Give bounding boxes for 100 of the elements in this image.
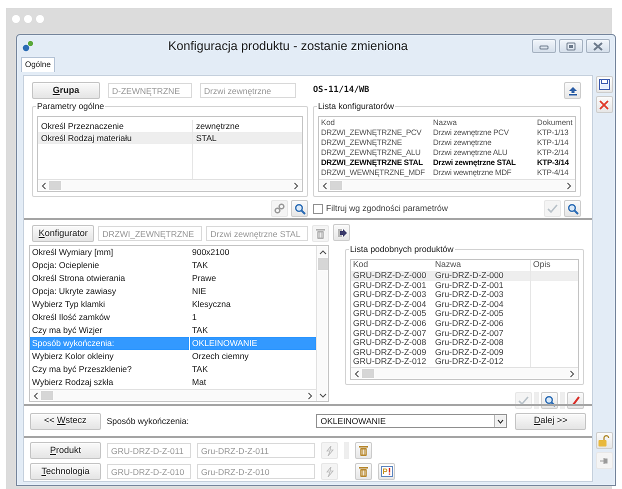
exit-button[interactable]	[333, 224, 350, 241]
clear-filter-icon	[570, 396, 580, 406]
table-cell: Określ Rodzaj materiału	[38, 132, 192, 144]
next-button[interactable]: Dalej >>	[515, 412, 586, 430]
technology-button[interactable]: Technologia	[30, 463, 101, 480]
minimize-button[interactable]	[532, 39, 556, 53]
app-icon	[22, 40, 34, 52]
horizontal-scrollbar[interactable]	[319, 179, 575, 191]
table-cell: Gru-DRZ-D-Z-000	[435, 271, 531, 281]
table-cell: Gru-DRZ-D-Z-003	[435, 290, 531, 300]
search-icon	[566, 202, 578, 214]
table-cell: Gru-DRZ-D-Z-001	[435, 280, 531, 290]
table-cell-text: Prawe	[191, 272, 218, 285]
table-cell-text: GRU-DRZ-D-Z-009	[352, 348, 428, 358]
scroll-left-icon[interactable]	[41, 182, 47, 190]
link-button[interactable]	[271, 200, 288, 217]
horizontal-scrollbar[interactable]	[38, 179, 302, 191]
lightning-icon	[324, 446, 334, 456]
pin-button[interactable]	[596, 452, 612, 469]
scroll-thumb[interactable]	[318, 258, 328, 270]
group-box-title: Lista konfiguratorów	[317, 101, 396, 111]
search-button[interactable]	[564, 200, 581, 217]
delete-icon	[316, 228, 326, 239]
table-cell-text: TAK	[191, 324, 209, 337]
table-cell-text: zewnętrzne	[195, 120, 240, 132]
table-cell: Gru-DRZ-D-Z-009	[435, 348, 531, 358]
group-box-title: Lista podobnych produktów	[349, 244, 454, 254]
table-cell-text: Czy ma być Wizjer	[31, 324, 104, 337]
column-header: Kod	[352, 260, 370, 271]
caret-icon	[497, 418, 504, 424]
scroll-right-icon[interactable]	[307, 392, 313, 400]
scroll-down-icon[interactable]	[318, 393, 326, 399]
scroll-thumb[interactable]	[362, 369, 374, 378]
save-icon	[598, 79, 610, 90]
table-cell-text: Mat	[191, 376, 208, 389]
table-cell-text: GRU-DRZ-D-Z-001	[352, 280, 428, 290]
table-cell-text: NIE	[191, 285, 208, 298]
delete-button[interactable]	[355, 442, 372, 459]
search-icon	[544, 394, 556, 406]
table-cell: Gru-DRZ-D-Z-006	[435, 318, 531, 329]
padlock-icon	[598, 434, 610, 446]
link-icon	[274, 203, 285, 214]
scroll-left-icon[interactable]	[33, 392, 39, 400]
table-cell-text: Określ Wymiary [mm]	[31, 246, 114, 259]
back-button[interactable]: << Wstecz	[30, 412, 101, 430]
priority-button[interactable]	[378, 463, 395, 480]
table-cell-text: GRU-DRZ-D-Z-000	[352, 271, 428, 281]
tab[interactable]: Ogólne	[21, 57, 55, 72]
scroll-left-icon[interactable]	[354, 370, 360, 378]
window-title: Konfiguracja produktu - zostanie zmieniona	[167, 38, 409, 55]
table-cell-text: Orzech ciemny	[191, 350, 250, 363]
horizontal-scrollbar[interactable]	[30, 389, 316, 401]
scroll-right-icon[interactable]	[566, 182, 572, 190]
scroll-right-icon[interactable]	[293, 182, 299, 190]
table-cell: Gru-DRZ-D-Z-005	[435, 309, 531, 319]
table-cell-text: Opcja: Ukryte zawiasy	[31, 285, 118, 298]
product-button[interactable]: Produkt	[30, 442, 101, 459]
lightning-button[interactable]	[321, 463, 338, 480]
search-button[interactable]	[291, 200, 308, 217]
delete-icon	[359, 466, 368, 477]
save-button[interactable]	[596, 76, 612, 93]
padlock-button[interactable]	[596, 432, 612, 449]
scroll-right-icon[interactable]	[569, 370, 575, 378]
group-box-title: Parametry ogólne	[36, 101, 106, 111]
lightning-icon	[324, 466, 334, 476]
dropdown-value: OKLEINOWANIE	[319, 414, 387, 428]
scroll-thumb[interactable]	[41, 391, 53, 400]
table-cell-text: Wybierz Rodzaj szkła	[31, 376, 114, 389]
maximize-button[interactable]	[559, 39, 583, 53]
table-cell-text: GRU-DRZ-D-Z-007	[352, 328, 428, 338]
delete-button[interactable]	[355, 463, 372, 480]
table-cell: Gru-DRZ-D-Z-008	[435, 338, 531, 348]
close-icon[interactable]	[596, 96, 612, 113]
table-cell-text: GRU-DRZ-D-Z-004	[352, 300, 428, 310]
pin-icon	[599, 456, 609, 466]
scroll-thumb[interactable]	[330, 181, 342, 190]
confirm-icon	[518, 396, 529, 406]
lightning-button[interactable]	[321, 442, 338, 459]
scroll-thumb[interactable]	[49, 181, 61, 190]
horizontal-scrollbar[interactable]	[351, 367, 578, 379]
confirm-icon	[547, 204, 558, 214]
table-cell-text: Czy ma być Przeszklenie?	[31, 363, 133, 376]
table-cell-text: Określ Ilość zamków	[31, 311, 111, 324]
configurator-button[interactable]: Konfigurator	[32, 225, 94, 242]
group-button[interactable]: Grupa	[32, 82, 100, 99]
table-cell-text: Klesyczna	[191, 298, 232, 311]
table-cell-text: Określ Strona otwierania	[31, 272, 126, 285]
scroll-up-icon[interactable]	[318, 249, 326, 255]
search-icon	[294, 202, 306, 214]
checkbox[interactable]	[313, 204, 323, 214]
table-cell-text: Wybierz Typ klamki	[31, 298, 106, 311]
export-button[interactable]	[564, 82, 581, 99]
vertical-scrollbar[interactable]	[316, 246, 328, 401]
scroll-left-icon[interactable]	[322, 182, 328, 190]
close-button[interactable]	[586, 39, 610, 53]
table-cell: Gru-DRZ-D-Z-007	[435, 328, 531, 338]
table-cell-text: TAK	[191, 363, 209, 376]
dropdown[interactable]: OKLEINOWANIE	[316, 414, 508, 428]
table-cell: Sposób wykończenia:	[30, 337, 190, 350]
step-label: Sposób wykończenia:	[106, 414, 190, 428]
